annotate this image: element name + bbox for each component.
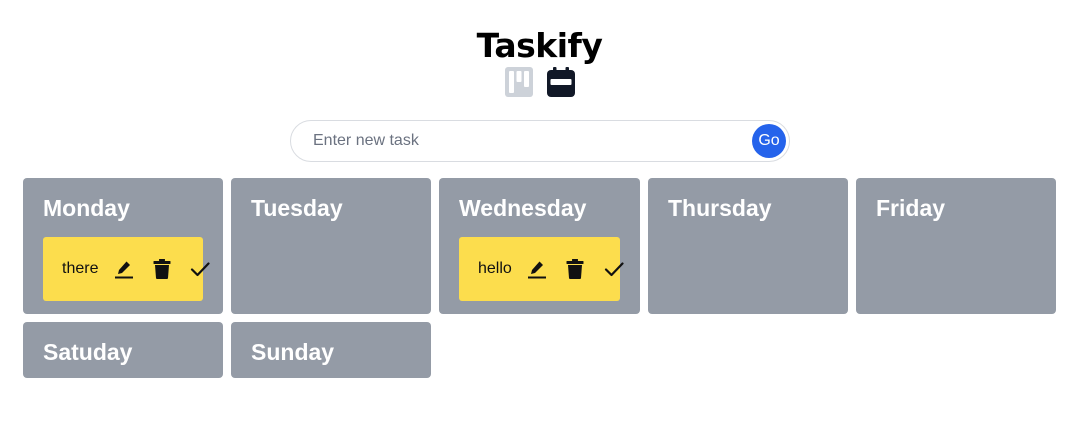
day-title: Sunday xyxy=(251,339,335,365)
day-title: Wednesday xyxy=(459,195,587,221)
day-column-monday: Monday there xyxy=(23,178,223,314)
kanban-view-button[interactable] xyxy=(504,67,533,97)
day-title: Tuesday xyxy=(251,195,343,221)
app-title: Taskify xyxy=(476,26,603,65)
day-title: Friday xyxy=(876,195,946,221)
task-text: hello xyxy=(478,260,512,277)
view-switcher xyxy=(0,67,1079,97)
day-column-friday: Friday xyxy=(856,178,1056,314)
edit-task-button[interactable] xyxy=(112,257,136,281)
task-card[interactable]: there xyxy=(43,237,210,301)
task-card[interactable]: hello xyxy=(459,237,624,301)
edit-icon xyxy=(528,261,546,279)
delete-icon xyxy=(153,259,171,279)
delete-icon xyxy=(566,259,584,279)
delete-task-button[interactable] xyxy=(150,257,174,281)
app-header: Taskify xyxy=(0,26,1079,97)
done-check-icon xyxy=(190,262,210,277)
day-title: Monday xyxy=(43,195,130,221)
kanban-board-icon xyxy=(504,67,533,97)
day-column-thursday: Thursday xyxy=(648,178,848,314)
calendar-icon xyxy=(546,67,575,97)
done-check-icon xyxy=(604,262,624,277)
day-title: Thursday xyxy=(668,195,772,221)
day-column-wednesday: Wednesday hello xyxy=(439,178,640,314)
edit-task-button[interactable] xyxy=(525,257,549,281)
calendar-view-button[interactable] xyxy=(546,67,575,97)
new-task-input[interactable] xyxy=(313,121,733,161)
delete-task-button[interactable] xyxy=(563,257,587,281)
complete-task-button[interactable] xyxy=(188,257,212,281)
day-column-tuesday: Tuesday xyxy=(231,178,431,314)
new-task-form: Go xyxy=(290,120,790,162)
task-text: there xyxy=(62,260,99,277)
day-title: Satuday xyxy=(43,339,133,365)
complete-task-button[interactable] xyxy=(602,257,626,281)
day-column-saturday: Satuday xyxy=(23,322,223,378)
day-column-sunday: Sunday xyxy=(231,322,431,378)
edit-icon xyxy=(115,261,133,279)
go-button[interactable]: Go xyxy=(752,124,786,158)
